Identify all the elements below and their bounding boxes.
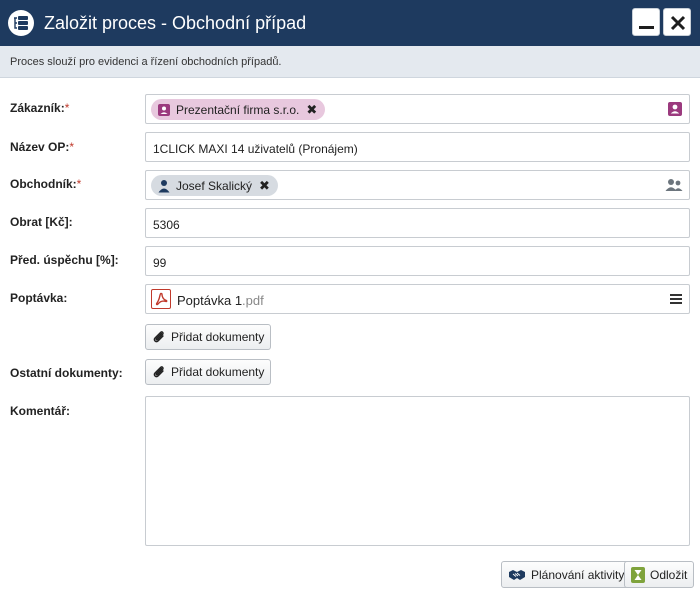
customer-field[interactable]: Prezentační firma s.r.o. ✖ [145, 94, 690, 124]
salesperson-chip[interactable]: Josef Skalický ✖ [151, 175, 278, 196]
revenue-label: Obrat [Kč]: [10, 215, 73, 229]
add-other-documents-button[interactable]: Přidat dokumenty [145, 359, 272, 385]
inquiry-document-row[interactable]: Poptávka 1.pdf [145, 284, 690, 314]
users-picker-icon[interactable] [665, 177, 683, 196]
comment-label: Komentář: [10, 404, 71, 418]
deal-name-value: 1CLICK MAXI 14 uživatelů (Pronájem) [153, 142, 358, 156]
postpone-button[interactable]: Odložit [624, 561, 695, 588]
remove-icon[interactable]: ✖ [306, 102, 317, 118]
contact-card-icon [158, 103, 170, 116]
remove-icon[interactable]: ✖ [259, 178, 270, 194]
user-icon [158, 179, 170, 192]
close-icon [670, 15, 686, 31]
hourglass-icon [631, 566, 645, 583]
other-documents-label: Ostatní dokumenty: [10, 366, 123, 380]
revenue-value: 5306 [153, 218, 180, 232]
paperclip-icon [153, 331, 164, 343]
success-probability-value: 99 [153, 256, 167, 270]
customer-chip-label: Prezentační firma s.r.o. [176, 102, 300, 117]
handshake-icon [509, 569, 525, 580]
deal-name-input[interactable]: 1CLICK MAXI 14 uživatelů (Pronájem) [145, 132, 690, 162]
inquiry-document-link[interactable]: Poptávka 1.pdf [177, 293, 264, 308]
salesperson-field[interactable]: Josef Skalický ✖ [145, 170, 690, 200]
deal-name-label: Název OP:* [10, 140, 75, 154]
success-probability-input[interactable]: 99 [145, 246, 690, 276]
customer-chip[interactable]: Prezentační firma s.r.o. ✖ [151, 99, 326, 120]
process-icon [8, 10, 34, 36]
comment-textarea[interactable] [145, 396, 690, 546]
paperclip-icon [153, 366, 164, 378]
contact-picker-icon[interactable] [667, 101, 683, 120]
revenue-input[interactable]: 5306 [145, 208, 690, 238]
pdf-icon [151, 289, 171, 309]
window-titlebar: Založit proces - Obchodní případ [0, 0, 700, 46]
salesperson-chip-label: Josef Skalický [176, 178, 253, 193]
inquiry-label: Poptávka: [10, 291, 68, 305]
window-title: Založit proces - Obchodní případ [44, 13, 307, 33]
hamburger-menu-icon[interactable] [670, 294, 682, 304]
salesperson-label: Obchodník:* [10, 177, 82, 191]
customer-label: Zákazník:* [10, 101, 70, 115]
minimize-button[interactable] [632, 8, 660, 36]
close-button[interactable] [663, 8, 691, 36]
add-inquiry-documents-button[interactable]: Přidat dokumenty [145, 324, 272, 350]
success-probability-label: Před. úspěchu [%]: [10, 253, 119, 267]
activity-planning-button[interactable]: Plánování aktivity [501, 561, 632, 588]
description-bar: Proces slouží pro evidenci a řízení obch… [0, 46, 700, 78]
process-description: Proces slouží pro evidenci a řízení obch… [10, 56, 282, 68]
